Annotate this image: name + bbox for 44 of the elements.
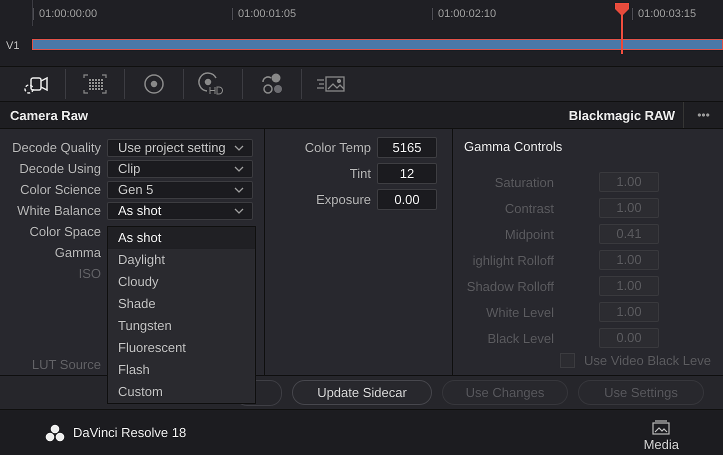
setting-label: Decode Quality [11, 140, 102, 155]
menu-item[interactable]: Custom [108, 381, 255, 403]
setting-label: White Balance [16, 203, 102, 218]
setting-label: Gamma [54, 245, 102, 260]
logo-icon [45, 424, 65, 442]
timecode: 01:00:00:00 [33, 8, 98, 20]
section-title: Gamma Controls [463, 139, 564, 156]
chevron-down-icon [234, 208, 244, 214]
chevron-down-icon [234, 144, 244, 150]
track-label: V1 [5, 40, 20, 52]
menu-item[interactable]: Tungsten [108, 315, 255, 337]
setting-label: Exposure [315, 192, 372, 207]
timecode: 01:00:02:10 [432, 8, 496, 20]
number-field[interactable]: 12 [377, 163, 437, 184]
setting-label: Tint [348, 166, 372, 181]
chevron-down-icon [234, 166, 244, 172]
menu-item[interactable]: As shot [108, 227, 255, 249]
timecode: 01:00:03:15 [632, 8, 696, 20]
menu-item[interactable]: Cloudy [108, 271, 255, 293]
panel-title: Camera Raw [9, 108, 90, 122]
menu-item[interactable]: Daylight [108, 249, 255, 271]
setting-label: Color Space [28, 224, 102, 239]
format-label: Blackmagic RAW [568, 108, 676, 122]
more-menu-button[interactable]: ••• [683, 102, 723, 128]
dropdown[interactable]: As shot [107, 202, 253, 220]
clip[interactable] [32, 38, 723, 50]
playhead[interactable] [614, 0, 630, 54]
action-button[interactable]: Update Sidecar [292, 380, 432, 405]
dropdown[interactable]: Gen 5 [107, 180, 253, 198]
chevron-down-icon [234, 186, 244, 192]
app-name: DaVinci Resolve 18 [73, 425, 186, 440]
image-icon [651, 419, 672, 435]
setting-label: Color Temp [304, 140, 372, 155]
menu-item[interactable]: Fluorescent [108, 337, 255, 359]
setting-label: Color Science [19, 182, 102, 197]
menu-item[interactable]: Shade [108, 293, 255, 315]
number-field[interactable]: 5165 [377, 137, 437, 158]
number-field[interactable]: 0.00 [377, 189, 437, 210]
dropdown[interactable]: Use project setting [107, 138, 253, 156]
timecode: 01:00:01:05 [232, 8, 296, 20]
setting-label: Decode Using [18, 161, 102, 176]
media-page-button[interactable]: Media [644, 413, 679, 452]
dropdown[interactable]: Clip [107, 160, 253, 178]
menu-item[interactable]: Flash [108, 359, 255, 381]
